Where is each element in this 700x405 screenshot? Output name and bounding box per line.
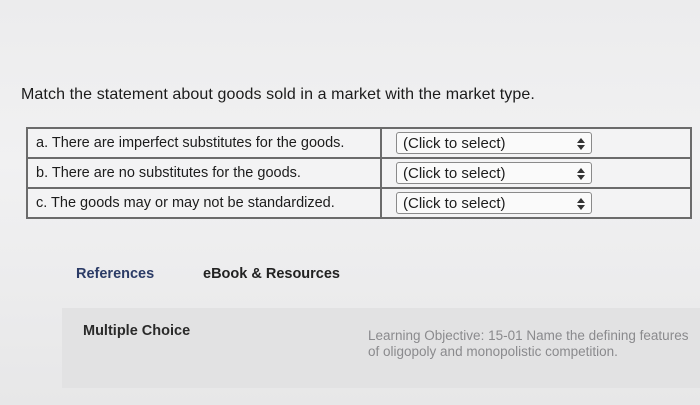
- statement-c: c. The goods may or may not be standardi…: [26, 187, 382, 219]
- learning-objective: Learning Objective: 15-01 Name the defin…: [368, 328, 689, 359]
- select-value-c: (Click to select): [403, 195, 506, 212]
- statement-a: a. There are imperfect substitutes for t…: [26, 127, 382, 159]
- matching-row-a: a. There are imperfect substitutes for t…: [26, 127, 692, 159]
- up-down-arrows-icon: [577, 196, 585, 211]
- question-type-label: Multiple Choice: [83, 323, 191, 339]
- up-down-arrows-icon: [577, 136, 585, 151]
- tab-ebook-resources[interactable]: eBook & Resources: [203, 266, 340, 282]
- tab-references[interactable]: References: [76, 266, 154, 282]
- market-type-select-c[interactable]: (Click to select): [396, 192, 592, 214]
- matching-row-c: c. The goods may or may not be standardi…: [26, 187, 692, 219]
- question-prompt: Match the statement about goods sold in …: [21, 86, 535, 103]
- up-down-arrows-icon: [577, 166, 585, 181]
- matching-row-b: b. There are no substitutes for the good…: [26, 157, 692, 189]
- select-value-a: (Click to select): [403, 135, 506, 152]
- market-type-select-b[interactable]: (Click to select): [396, 162, 592, 184]
- market-type-select-a[interactable]: (Click to select): [396, 132, 592, 154]
- question-page: Match the statement about goods sold in …: [0, 0, 700, 405]
- matching-table: a. There are imperfect substitutes for t…: [26, 127, 692, 219]
- statement-b: b. There are no substitutes for the good…: [26, 157, 382, 189]
- select-value-b: (Click to select): [403, 165, 506, 182]
